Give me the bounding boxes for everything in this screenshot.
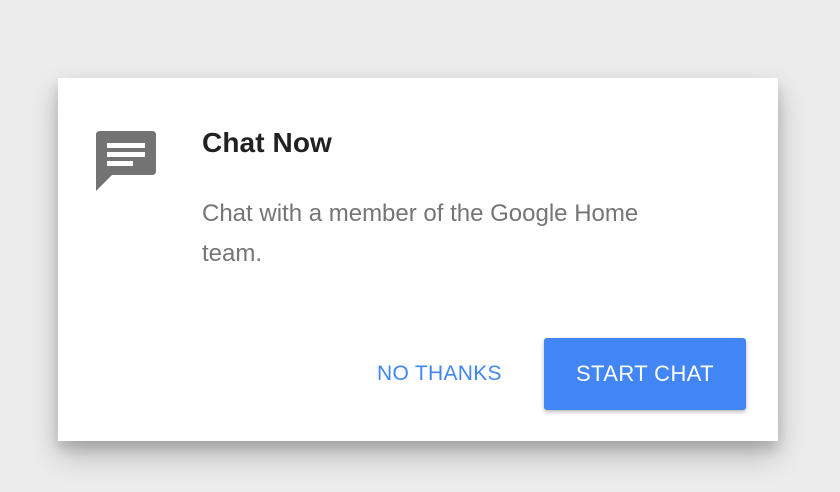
dialog-message: Chat with a member of the Google Home te… <box>202 200 639 267</box>
chat-now-dialog: Chat Now Chat with a member of the Googl… <box>58 78 778 441</box>
start-chat-button[interactable]: START CHAT <box>544 338 746 410</box>
chat-bubble-icon <box>96 131 156 191</box>
dialog-title: Chat Now <box>202 127 332 158</box>
no-thanks-button[interactable]: NO THANKS <box>361 338 518 410</box>
